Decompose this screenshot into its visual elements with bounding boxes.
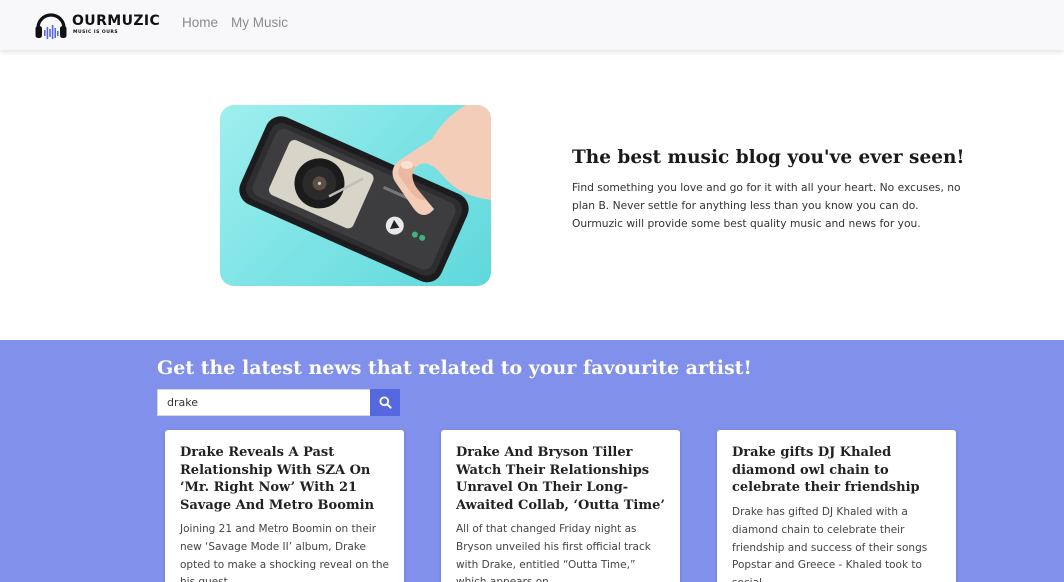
nav-link-home[interactable]: Home [182,15,218,30]
logo[interactable]: OURMUZIC MUSIC IS OURS [34,8,160,42]
news-card-title[interactable]: Drake And Bryson Tiller Watch Their Rela… [456,444,668,514]
nav-link-my-music[interactable]: My Music [231,15,288,30]
news-heading: Get the latest news that related to your… [157,357,752,379]
search-button[interactable] [370,389,400,416]
news-card-excerpt: Drake has gifted DJ Khaled with a diamon… [732,506,928,582]
headphones-logo-icon [35,13,67,39]
news-section: Get the latest news that related to your… [0,340,1064,582]
logo-title: OURMUZIC [72,13,161,29]
news-card[interactable]: Drake gifts DJ Khaled diamond owl chain … [717,430,956,582]
news-card[interactable]: Drake And Bryson Tiller Watch Their Rela… [441,430,680,582]
hero-description: Find something you love and go for it wi… [572,181,961,230]
news-card[interactable]: Drake Reveals A Past Relationship With S… [165,430,404,582]
news-card-title[interactable]: Drake Reveals A Past Relationship With S… [180,444,392,514]
news-card-excerpt: All of that changed Friday night as Brys… [456,523,651,582]
artist-search-input[interactable] [157,389,371,416]
search-icon [379,396,392,409]
hero-title: The best music blog you've ever seen! [572,147,965,168]
hero-image-phone-turntable [220,105,491,286]
navbar: OURMUZIC MUSIC IS OURS Home My Music [0,0,1064,50]
news-card-excerpt: Joining 21 and Metro Boomin on their new… [180,523,390,582]
logo-tagline: MUSIC IS OURS [73,30,119,35]
news-card-title[interactable]: Drake gifts DJ Khaled diamond owl chain … [732,444,944,497]
